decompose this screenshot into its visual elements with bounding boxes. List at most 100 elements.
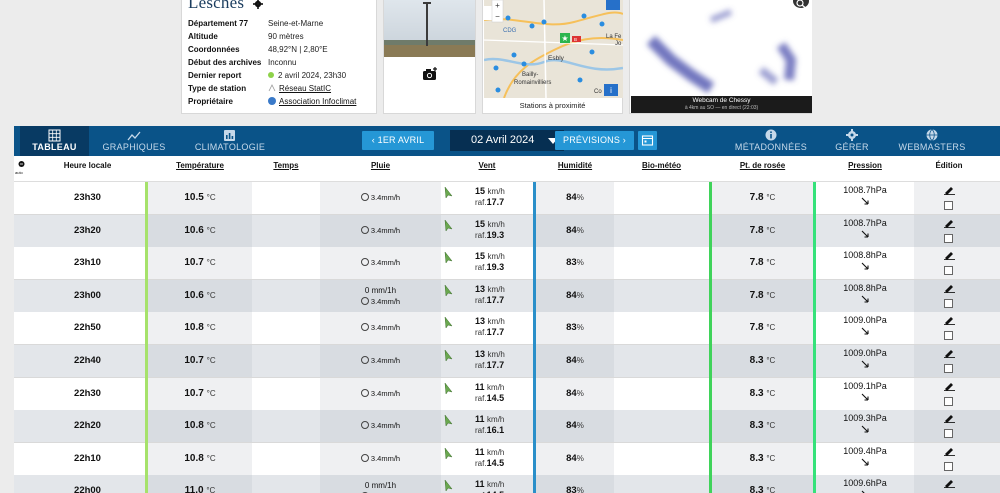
date-select[interactable]: 02 Avril 2024 [450, 130, 564, 151]
pencil-icon[interactable] [944, 283, 955, 293]
tab-metadonnees[interactable]: MÉTADONNÉES [726, 126, 816, 156]
rain-gauge-icon [360, 388, 369, 397]
rain-value: 3.4 [370, 356, 382, 365]
row-select-checkbox[interactable] [944, 461, 953, 471]
dew-point-value: 7.8 [749, 322, 764, 334]
pressure-value: 1009.6 [843, 478, 871, 489]
gear-icon[interactable] [252, 0, 263, 10]
pressure-unit: hPa [870, 445, 887, 456]
rain-rate: 3.4mm/h [320, 345, 441, 377]
header-vent[interactable]: Vent [441, 156, 533, 182]
pencil-icon[interactable] [944, 478, 955, 489]
pencil-icon[interactable] [944, 413, 955, 424]
cell-dew-point: 7.8 °C [712, 214, 813, 247]
pressure-line: 1008.8hPa [816, 283, 914, 294]
cell-edition [914, 410, 1000, 443]
dew-column-marker [709, 182, 712, 493]
cell-weather [252, 247, 320, 280]
tab-webmasters[interactable]: WEBMASTERS [894, 126, 970, 156]
time-value: 23h00 [74, 289, 101, 301]
header-temps[interactable]: Temps [252, 156, 320, 182]
cell-pressure: 1009.6hPa [816, 475, 914, 493]
rain-value: 3.4 [370, 193, 382, 202]
gust-value: 17.7 [486, 360, 505, 370]
info-key: Altitude [188, 32, 218, 41]
header-point-de-rosee[interactable]: Pt. de rosée [712, 156, 813, 182]
humidity-unit: % [576, 193, 584, 202]
humidity-value: 83 [566, 322, 577, 334]
webcam-image[interactable] [631, 0, 812, 96]
cell-rain: 3.4mm/h [320, 312, 441, 345]
row-select-checkbox[interactable] [944, 331, 953, 341]
header-pression[interactable]: Pression [816, 156, 914, 182]
pencil-icon[interactable] [944, 381, 955, 391]
sort-toggle[interactable]: auto [14, 156, 30, 182]
station-photo[interactable] [384, 0, 475, 57]
row-select-checkbox[interactable] [944, 396, 953, 406]
globe-icon [268, 97, 276, 105]
map-caption[interactable]: Stations à proximité [483, 101, 622, 110]
table-row: 23h10 10.7 °C 3.4mm/h 15 km/h raf.19.3 83% 7.8… [14, 247, 1000, 281]
header-humidite[interactable]: Humidité [536, 156, 614, 182]
cell-pressure: 1008.7hPa [816, 182, 914, 214]
pencil-icon[interactable] [944, 315, 955, 326]
row-select-checkbox[interactable] [944, 298, 953, 308]
pressure-line: 1009.0hPa [816, 348, 914, 359]
pencil-icon[interactable] [944, 348, 955, 358]
row-select-checkbox[interactable] [944, 364, 953, 373]
previous-day-button[interactable]: ‹ 1ER AVRIL [362, 131, 434, 150]
owner-link[interactable]: Association Infoclimat [279, 97, 356, 106]
cell-wind: 13 km/h raf.17.7 [441, 279, 533, 312]
row-select-checkbox[interactable] [944, 201, 953, 210]
time-value: 22h10 [74, 452, 101, 464]
row-select-checkbox[interactable] [944, 429, 953, 439]
humidity-value: 83 [566, 257, 577, 269]
header-bio-meteo[interactable]: Bio-météo [614, 156, 709, 182]
gust-prefix: raf. [475, 426, 487, 436]
webcam-caption: Webcam de Chessy à 4km au SO — en direct… [631, 96, 812, 113]
dew-point-value: 8.3 [749, 355, 764, 366]
cell-dew-point: 8.3 °C [712, 345, 813, 377]
webcam-zoom-button[interactable] [793, 0, 809, 8]
table-header: auto Heure locale Température Temps Plui… [14, 156, 1000, 182]
cell-time: 23h00 [30, 279, 145, 312]
station-type-link[interactable]: Réseau StatIC [279, 84, 331, 93]
pencil-icon[interactable] [944, 185, 955, 195]
row-select-checkbox[interactable] [944, 233, 953, 243]
cell-time: 23h30 [30, 182, 145, 214]
map-label: Bailly- [522, 72, 538, 78]
table-row: 23h30 10.5 °C 3.4mm/h 15 km/h raf.17.7 84% 7.8… [14, 182, 1000, 215]
cell-dew-point: 7.8 °C [712, 312, 813, 345]
tab-tableau[interactable]: TABLEAU [20, 126, 89, 156]
header-temperature[interactable]: Température [148, 156, 252, 182]
tab-climatologie[interactable]: CLIMATOLOGIE [184, 126, 276, 156]
pencil-icon[interactable] [944, 250, 955, 261]
cell-time: 23h10 [30, 247, 145, 280]
cell-edition [914, 442, 1000, 475]
cell-dew-point: 8.3 °C [712, 475, 813, 493]
info-key: Département 77 [188, 19, 249, 28]
pencil-icon[interactable] [944, 218, 955, 228]
gust-value: 17.7 [486, 197, 505, 207]
calendar-button[interactable] [638, 131, 657, 150]
webcam-title[interactable]: Webcam de Chessy [631, 96, 812, 105]
gust-value: 19.3 [486, 262, 505, 273]
magnifier-icon [796, 0, 806, 8]
tab-gerer[interactable]: GÉRER [822, 126, 882, 156]
time-value: 23h30 [74, 192, 101, 203]
row-select-checkbox[interactable] [944, 266, 953, 276]
camera-add-icon[interactable] [422, 67, 438, 81]
pressure-unit: hPa [870, 217, 887, 228]
info-key: Coordonnées [188, 45, 240, 54]
tab-graphiques[interactable]: GRAPHIQUES [99, 126, 169, 156]
nearby-stations-map[interactable]: + − ★ i CDG La Fe Jo Esbly Bailly- Romai… [484, 0, 623, 98]
date-value: 02 Avril 2024 [471, 134, 535, 146]
pencil-icon[interactable] [944, 446, 955, 456]
cell-bio-meteo [614, 410, 709, 443]
temperature-value: 10.6 [184, 289, 204, 301]
forecast-button[interactable]: PRÉVISIONS › [555, 131, 634, 150]
pressure-unit: hPa [870, 380, 887, 391]
cell-time: 22h30 [30, 377, 145, 410]
wind-gust: raf.19.3 [475, 262, 533, 273]
header-pluie[interactable]: Pluie [320, 156, 441, 182]
